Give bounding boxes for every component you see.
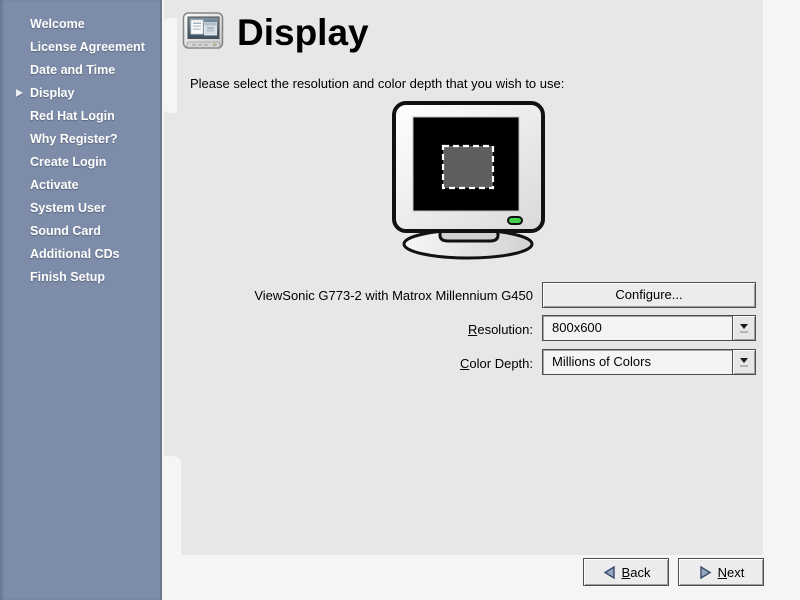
color-depth-label: Color Depth: bbox=[180, 356, 533, 371]
panel-bottom-notch-decoration bbox=[164, 456, 181, 600]
resolution-label-mnemonic: R bbox=[468, 322, 477, 337]
sidebar-item-display: Display bbox=[0, 82, 160, 105]
back-arrow-icon bbox=[602, 565, 617, 580]
sidebar-item-activate: Activate bbox=[0, 174, 160, 197]
chevron-down-icon bbox=[740, 324, 748, 329]
sidebar-item-label: Sound Card bbox=[30, 224, 101, 238]
sidebar-item-date-and-time: Date and Time bbox=[0, 59, 160, 82]
color-depth-label-rest: olor Depth: bbox=[469, 356, 533, 371]
back-button[interactable]: Back bbox=[583, 558, 669, 586]
power-led bbox=[508, 217, 522, 224]
device-description-label: ViewSonic G773-2 with Matrox Millennium … bbox=[180, 288, 533, 303]
display-monitor-icon bbox=[182, 9, 225, 54]
color-depth-dropdown-button[interactable] bbox=[732, 350, 755, 374]
next-button[interactable]: Next bbox=[678, 558, 764, 586]
back-mnemonic: B bbox=[622, 565, 631, 580]
sidebar-item-label: Red Hat Login bbox=[30, 109, 115, 123]
sidebar-item-finish-setup: Finish Setup bbox=[0, 266, 160, 289]
configure-button[interactable]: Configure... bbox=[542, 282, 756, 308]
panel-top-notch-decoration bbox=[164, 18, 177, 113]
sidebar-item-system-user: System User bbox=[0, 197, 160, 220]
wizard-step-list: Welcome License Agreement Date and Time … bbox=[0, 0, 160, 289]
resolution-combobox[interactable]: 800x600 bbox=[542, 315, 756, 341]
wizard-steps-sidebar: Welcome License Agreement Date and Time … bbox=[0, 0, 162, 600]
dropdown-bar-icon bbox=[740, 331, 748, 333]
back-label-rest: ack bbox=[630, 565, 650, 580]
sidebar-item-label: Additional CDs bbox=[30, 247, 120, 261]
sidebar-item-label: License Agreement bbox=[30, 40, 145, 54]
sidebar-item-label: Welcome bbox=[30, 17, 85, 31]
sidebar-item-label: Create Login bbox=[30, 155, 106, 169]
sidebar-item-license-agreement: License Agreement bbox=[0, 36, 160, 59]
resolution-dropdown-button[interactable] bbox=[732, 316, 755, 340]
color-depth-value: Millions of Colors bbox=[543, 350, 732, 374]
sidebar-item-additional-cds: Additional CDs bbox=[0, 243, 160, 266]
sidebar-item-why-register: Why Register? bbox=[0, 128, 160, 151]
chevron-down-icon bbox=[740, 358, 748, 363]
resolution-label: Resolution: bbox=[180, 322, 533, 337]
next-button-label: Next bbox=[718, 565, 745, 580]
sidebar-item-label: Finish Setup bbox=[30, 270, 105, 284]
sidebar-item-label: Date and Time bbox=[30, 63, 115, 77]
next-label-rest: ext bbox=[727, 565, 744, 580]
color-depth-label-mnemonic: C bbox=[460, 356, 469, 371]
sidebar-item-sound-card: Sound Card bbox=[0, 220, 160, 243]
sidebar-item-label: Activate bbox=[30, 178, 79, 192]
next-mnemonic: N bbox=[718, 565, 727, 580]
sidebar-item-create-login: Create Login bbox=[0, 151, 160, 174]
sidebar-item-label: Why Register? bbox=[30, 132, 118, 146]
page-title: Display bbox=[237, 12, 369, 54]
sidebar-item-label: System User bbox=[30, 201, 106, 215]
current-step-arrow-icon bbox=[16, 89, 23, 97]
resolution-value: 800x600 bbox=[543, 316, 732, 340]
monitor-illustration bbox=[389, 101, 553, 264]
resolution-label-rest: esolution: bbox=[477, 322, 533, 337]
instruction-text: Please select the resolution and color d… bbox=[190, 76, 564, 91]
dropdown-bar-icon bbox=[740, 365, 748, 367]
back-button-label: Back bbox=[622, 565, 651, 580]
sidebar-item-label: Display bbox=[30, 86, 74, 100]
color-depth-combobox[interactable]: Millions of Colors bbox=[542, 349, 756, 375]
next-arrow-icon bbox=[698, 565, 713, 580]
sidebar-item-welcome: Welcome bbox=[0, 13, 160, 36]
sidebar-item-red-hat-login: Red Hat Login bbox=[0, 105, 160, 128]
resolution-preview-rect bbox=[443, 146, 493, 188]
firstboot-window: Welcome License Agreement Date and Time … bbox=[0, 0, 800, 600]
